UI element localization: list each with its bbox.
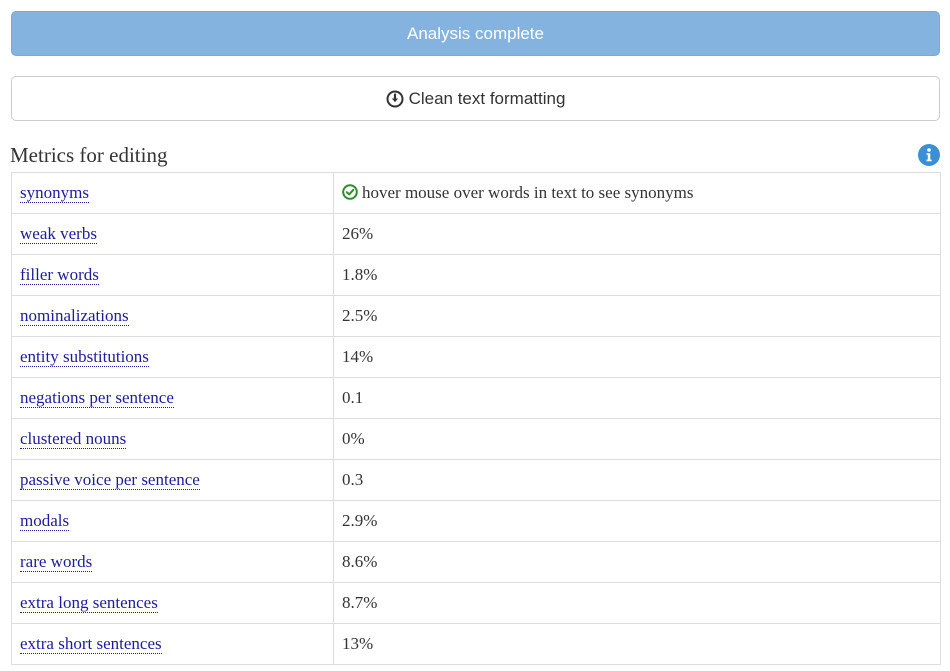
table-row: filler words 1.8%	[11, 254, 941, 296]
table-row: synonyms hover mouse over words in text t…	[11, 172, 941, 214]
metric-label-cell: filler words	[11, 254, 334, 296]
metric-link[interactable]: extra long sentences	[20, 593, 158, 613]
metric-value: 1.8%	[342, 265, 378, 284]
metric-value: 26%	[342, 224, 374, 243]
table-row: clustered nouns 0%	[11, 418, 941, 460]
analysis-complete-label: Analysis complete	[406, 23, 544, 43]
metric-value-cell: 0.3	[333, 459, 941, 501]
table-row: extra long sentences 8.7%	[11, 582, 941, 624]
metric-label-cell: synonyms	[11, 172, 334, 214]
table-row: passive voice per sentence 0.3	[11, 459, 941, 501]
metric-value: 0%	[342, 429, 365, 448]
metric-value: 8.6%	[342, 552, 378, 571]
metric-label-cell: extra short sentences	[11, 623, 334, 665]
metric-label-cell: negations per sentence	[11, 377, 334, 419]
table-row: extra short sentences 13%	[11, 623, 941, 665]
metric-link[interactable]: passive voice per sentence	[20, 470, 200, 490]
metric-value: 0.1	[342, 388, 364, 407]
metric-label-cell: weak verbs	[11, 213, 334, 255]
metric-value-cell: 2.5%	[333, 295, 941, 337]
metric-value-cell: 0%	[333, 418, 941, 460]
metric-value-cell: 26%	[333, 213, 941, 255]
table-row: negations per sentence 0.1	[11, 377, 941, 419]
section-title: Metrics for editing	[10, 143, 168, 167]
metric-value: 0.3	[342, 470, 364, 489]
metric-label-cell: nominalizations	[11, 295, 334, 337]
table-row: nominalizations 2.5%	[11, 295, 941, 337]
metric-value: 13%	[342, 634, 374, 653]
metrics-table: synonyms hover mouse over words in text t…	[11, 172, 941, 665]
check-circle-icon	[342, 184, 358, 200]
metric-value: hover mouse over words in text to see sy…	[362, 183, 694, 202]
metric-value-cell: hover mouse over words in text to see sy…	[333, 172, 941, 214]
metric-link[interactable]: nominalizations	[20, 306, 129, 326]
metric-value-cell: 13%	[333, 623, 941, 665]
metric-link[interactable]: weak verbs	[20, 224, 97, 244]
metric-link[interactable]: entity substitutions	[20, 347, 149, 367]
metric-link[interactable]: negations per sentence	[20, 388, 174, 408]
metric-value: 8.7%	[342, 593, 378, 612]
metric-label-cell: passive voice per sentence	[11, 459, 334, 501]
metric-label-cell: extra long sentences	[11, 582, 334, 624]
metric-value-cell: 2.9%	[333, 500, 941, 542]
metric-value-cell: 1.8%	[333, 254, 941, 296]
metric-link[interactable]: rare words	[20, 552, 93, 572]
clean-text-formatting-label: Clean text formatting	[408, 88, 566, 108]
metric-link[interactable]: clustered nouns	[20, 429, 127, 449]
metric-link[interactable]: synonyms	[20, 183, 89, 203]
metric-value: 2.9%	[342, 511, 378, 530]
metric-value-cell: 8.7%	[333, 582, 941, 624]
metric-value: 14%	[342, 347, 374, 366]
metric-label-cell: rare words	[11, 541, 334, 583]
metric-label-cell: entity substitutions	[11, 336, 334, 378]
metric-value-cell: 8.6%	[333, 541, 941, 583]
metric-label-cell: modals	[11, 500, 334, 542]
metric-label-cell: clustered nouns	[11, 418, 334, 460]
table-row: modals 2.9%	[11, 500, 941, 542]
analysis-complete-button[interactable]: Analysis complete	[11, 11, 940, 56]
metric-value: 2.5%	[342, 306, 378, 325]
table-row: rare words 8.6%	[11, 541, 941, 583]
metric-link[interactable]: extra short sentences	[20, 634, 162, 654]
download-circle-icon	[386, 90, 404, 108]
table-row: weak verbs 26%	[11, 213, 941, 255]
table-row: entity substitutions 14%	[11, 336, 941, 378]
metric-link[interactable]: filler words	[20, 265, 99, 285]
clean-text-formatting-button[interactable]: Clean text formatting	[11, 76, 940, 121]
metric-value-cell: 14%	[333, 336, 941, 378]
info-icon[interactable]	[918, 144, 940, 166]
metric-value-cell: 0.1	[333, 377, 941, 419]
metric-link[interactable]: modals	[20, 511, 70, 531]
